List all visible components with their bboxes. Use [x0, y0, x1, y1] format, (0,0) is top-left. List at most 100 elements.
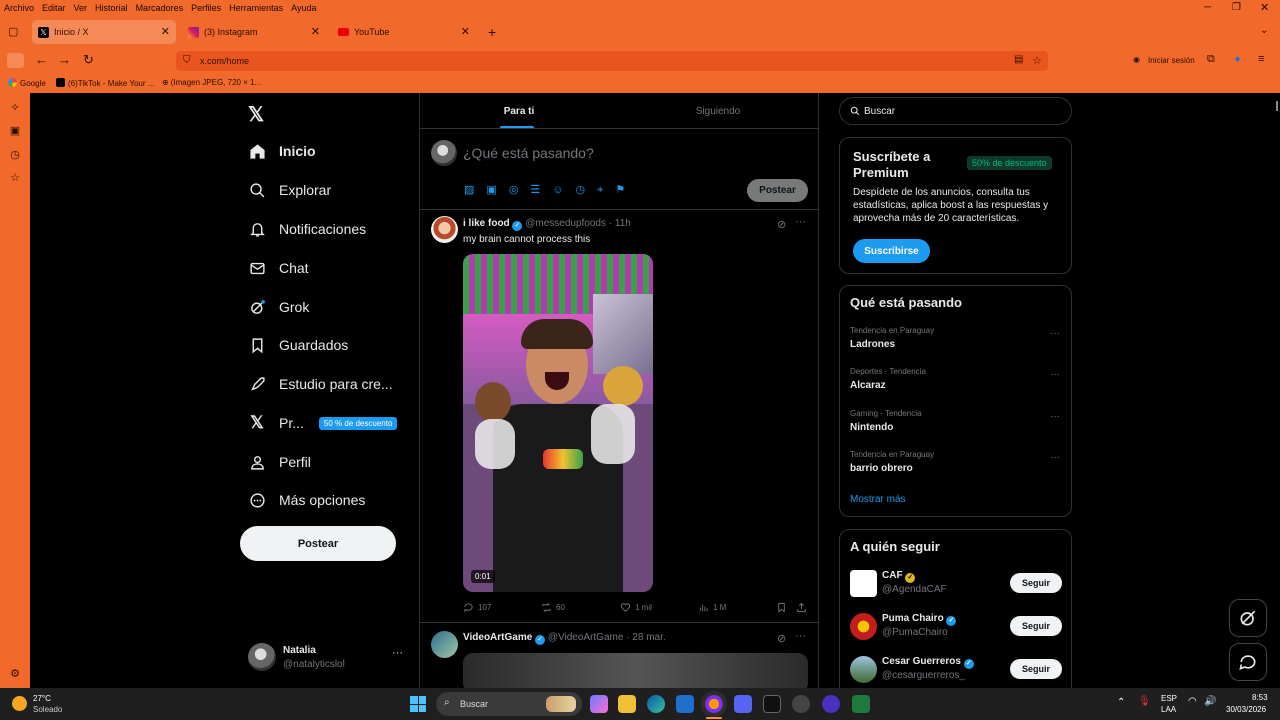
image-bookmark[interactable]: ⊕ (Imagen JPEG, 720 × 1... [162, 78, 261, 87]
grok-icon[interactable]: ◎ [509, 183, 519, 197]
windows-start-icon[interactable] [410, 696, 426, 712]
repost-button[interactable]: 60 [541, 602, 565, 613]
menu-herramientas[interactable]: Herramientas [225, 3, 287, 13]
excel-icon[interactable] [852, 695, 870, 713]
nav-explorar[interactable]: Explorar [248, 175, 331, 205]
follow-button[interactable]: Seguir [1010, 659, 1062, 679]
like-button[interactable]: 1 mil [620, 602, 652, 613]
trend-item[interactable]: Tendencia en Paraguay barrio obrero ··· [850, 450, 1060, 474]
subscribe-button[interactable]: Suscribirse [853, 239, 930, 263]
close-window-icon[interactable]: ✕ [1256, 1, 1273, 14]
more-icon[interactable]: ··· [795, 630, 806, 642]
close-tab-icon[interactable]: ✕ [461, 25, 470, 38]
author-name[interactable]: i like food [463, 218, 510, 229]
tab-siguiendo[interactable]: Siguiendo [618, 93, 818, 129]
shield-icon[interactable]: ⛉ [183, 55, 191, 66]
image-icon[interactable]: ▨ [464, 183, 474, 197]
more-icon[interactable]: ··· [1050, 369, 1060, 380]
minimize-icon[interactable]: ─ [1200, 2, 1215, 13]
bookmark-button[interactable] [776, 602, 791, 613]
emoji-icon[interactable]: ☺ [552, 183, 563, 197]
author-handle[interactable]: @messedupfoods [525, 218, 606, 229]
taskbar-search[interactable]: ⌕ Buscar [436, 692, 582, 716]
avatar[interactable] [431, 631, 458, 658]
keyboard-layout[interactable]: LAA [1161, 705, 1176, 714]
tab-overview-icon[interactable]: ▢ [8, 25, 18, 38]
grok-icon[interactable]: ⊘ [777, 218, 786, 231]
show-more-link[interactable]: Mostrar más [850, 494, 906, 505]
reply-button[interactable]: 107 [463, 602, 491, 613]
nav-grok[interactable]: Grok [248, 292, 309, 322]
outlook-icon[interactable] [676, 695, 694, 713]
file-explorer-icon[interactable] [618, 695, 636, 713]
x-logo-icon[interactable]: 𝕏 [248, 102, 264, 127]
extensions-icon[interactable]: ⧉ [1207, 53, 1215, 66]
tab-youtube[interactable]: YouTube ✕ [332, 20, 476, 44]
sidebar-toggle-icon[interactable] [7, 53, 24, 68]
back-icon[interactable]: ← [35, 52, 48, 67]
clock-date[interactable]: 30/03/2026 [1226, 705, 1266, 714]
share-button[interactable] [796, 602, 811, 613]
address-bar[interactable]: ⛉ x.com/home ▤ ☆ [176, 51, 1048, 71]
chatgpt-icon[interactable] [792, 695, 810, 713]
nav-perfil[interactable]: Perfil [248, 447, 311, 477]
copilot-icon[interactable] [590, 695, 608, 713]
nav-mas-opciones[interactable]: Más opciones [248, 485, 365, 515]
follow-suggestion[interactable]: Puma Chairo ✓ @PumaChairo Seguir [850, 611, 1062, 643]
google-bookmark[interactable]: Google [8, 78, 46, 88]
tab-para-ti[interactable]: Para ti [420, 93, 618, 129]
follow-suggestion[interactable]: Cesar Guerreros ✓ @cesarguerreros_ Segui… [850, 654, 1062, 686]
follow-button[interactable]: Seguir [1010, 573, 1062, 593]
tiktok-bookmark[interactable]: (6)TikTok - Make Your ... [56, 78, 154, 88]
menu-ayuda[interactable]: Ayuda [287, 3, 320, 13]
composer-post-button[interactable]: Postear [747, 179, 808, 202]
app-icon[interactable] [822, 695, 840, 713]
messages-float-button[interactable] [1229, 643, 1267, 681]
chevron-down-icon[interactable]: ⌄ [1260, 25, 1268, 36]
post-video[interactable]: 0:01 [463, 254, 653, 592]
new-tab-icon[interactable]: + [488, 24, 496, 40]
grok-icon[interactable]: ⊘ [777, 632, 786, 645]
menu-perfiles[interactable]: Perfiles [187, 3, 225, 13]
post[interactable]: VideoArtGame ✓ @VideoArtGame · 28 mar. ⊘… [420, 623, 818, 688]
trend-item[interactable]: Deportes · Tendencia Alcaraz ··· [850, 367, 1060, 391]
volume-icon[interactable]: 🔊 [1204, 696, 1216, 707]
gif-icon[interactable]: ▣ [486, 183, 496, 197]
wifi-icon[interactable]: ◠ [1188, 696, 1197, 707]
menu-archivo[interactable]: Archivo [0, 3, 38, 13]
menu-editar[interactable]: Editar [38, 3, 70, 13]
extension-icon[interactable]: ✦ [1233, 53, 1242, 66]
tab-instagram[interactable]: (3) Instagram ✕ [182, 20, 326, 44]
more-icon[interactable]: ··· [1050, 328, 1060, 339]
grok-float-button[interactable] [1229, 599, 1267, 637]
signin-button[interactable]: Iniciar sesión [1148, 56, 1195, 65]
discord-icon[interactable] [734, 695, 752, 713]
author-name[interactable]: VideoArtGame [463, 632, 532, 643]
nav-premium[interactable]: 𝕏 Pr... 50 % de descuento [248, 408, 398, 438]
more-icon[interactable]: ··· [1050, 452, 1060, 463]
edge-icon[interactable] [647, 695, 665, 713]
firefox-icon[interactable] [701, 691, 727, 717]
close-tab-icon[interactable]: ✕ [161, 25, 170, 38]
restore-icon[interactable]: ❐ [1228, 2, 1245, 13]
account-icon[interactable]: ◉ [1133, 55, 1140, 64]
clock-time[interactable]: 8:53 [1252, 693, 1268, 702]
post-time[interactable]: · 11h [609, 218, 631, 229]
nav-chat[interactable]: Chat [248, 253, 309, 283]
menu-marcadores[interactable]: Marcadores [132, 3, 188, 13]
microphone-icon[interactable]: 🎙 [1138, 696, 1151, 707]
more-icon[interactable]: ··· [1050, 411, 1060, 422]
more-icon[interactable]: ··· [392, 647, 403, 659]
tab-x[interactable]: 𝕏 Inicio / X ✕ [32, 20, 176, 44]
flag-icon[interactable]: ⚑ [615, 183, 625, 197]
trend-item[interactable]: Tendencia en Paraguay Ladrones ··· [850, 326, 1060, 350]
follow-button[interactable]: Seguir [1010, 616, 1062, 636]
trend-item[interactable]: Gaming · Tendencia Nintendo ··· [850, 409, 1060, 433]
bookmark-star-icon[interactable]: ☆ [1032, 54, 1042, 67]
close-tab-icon[interactable]: ✕ [311, 25, 320, 38]
poll-icon[interactable]: ☰ [530, 183, 540, 197]
post-media[interactable] [463, 653, 808, 688]
language-code[interactable]: ESP [1161, 694, 1177, 703]
post-button[interactable]: Postear [240, 526, 396, 561]
follow-suggestion[interactable]: CAF ✓ @AgendaCAF Seguir [850, 568, 1062, 600]
